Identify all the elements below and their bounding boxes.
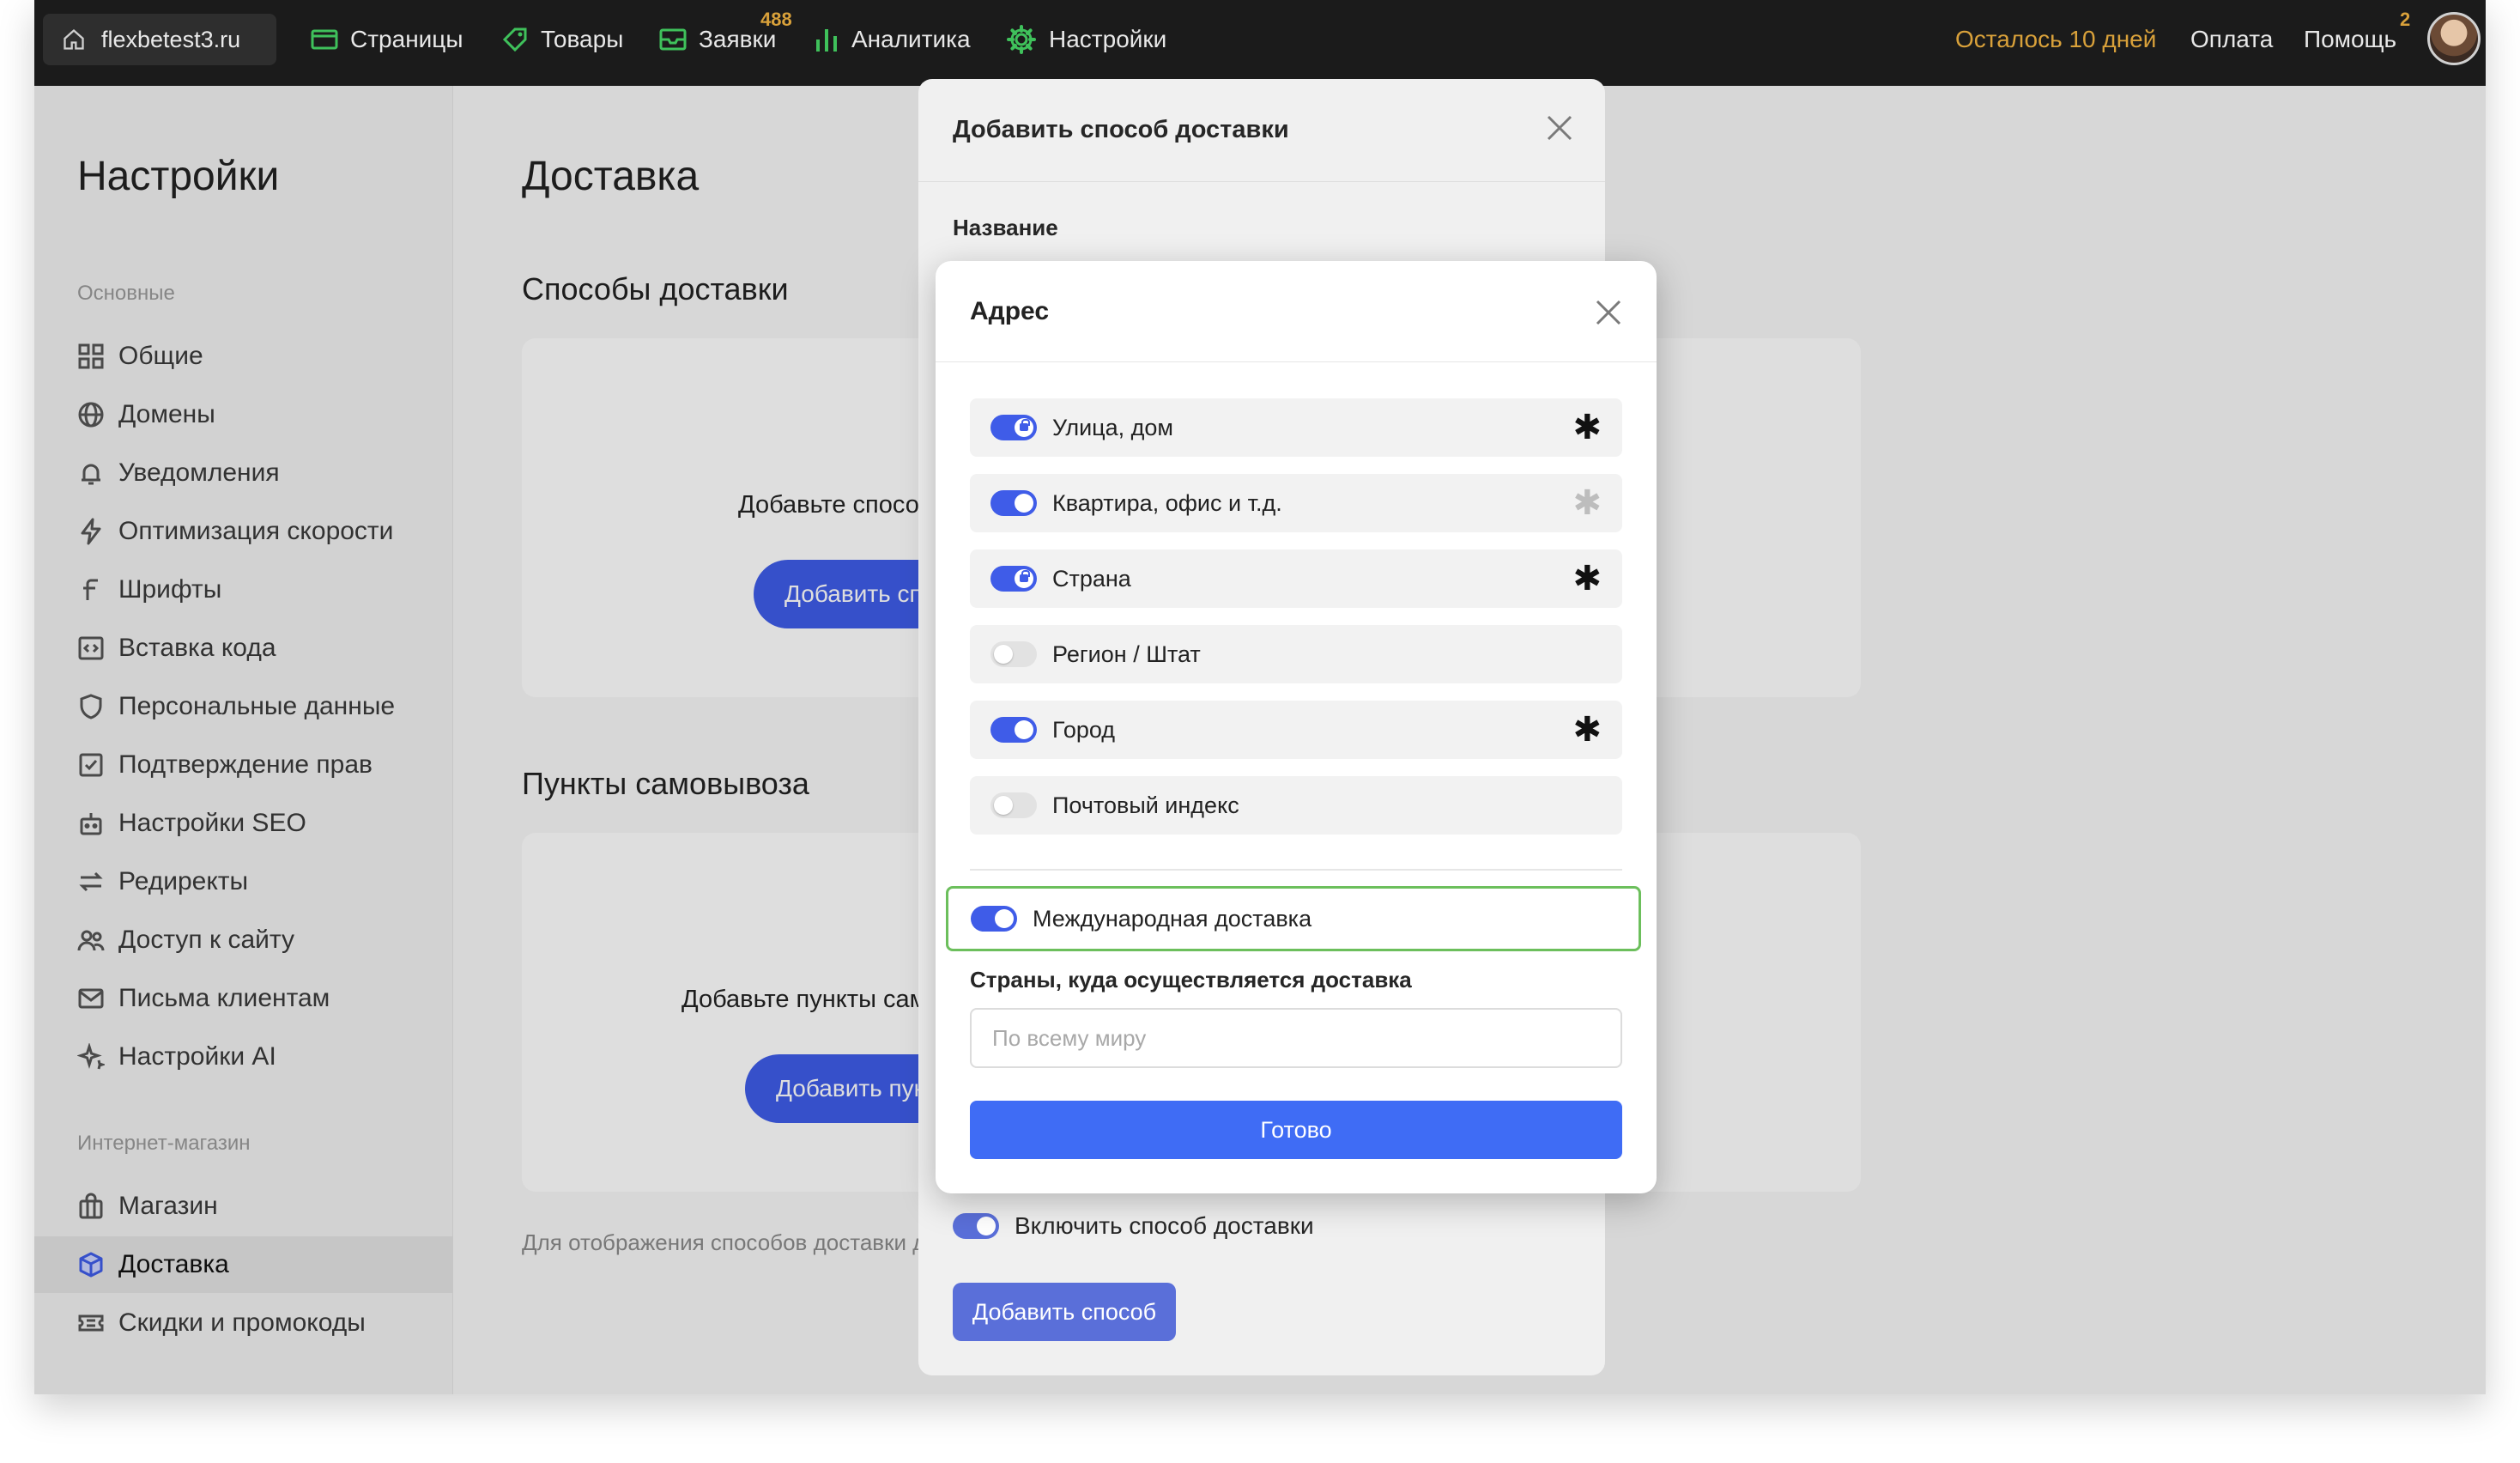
lock-icon bbox=[1020, 570, 1030, 582]
user-avatar[interactable] bbox=[2427, 12, 2481, 65]
address-field-row: Почтовый индекс bbox=[970, 776, 1622, 835]
nav-products-label: Товары bbox=[541, 26, 624, 52]
top-navigation: flexbetest3.ru Страницы Товары Заявки 48… bbox=[34, 0, 2486, 86]
close-icon[interactable] bbox=[1595, 299, 1622, 326]
help-badge: 2 bbox=[2400, 9, 2411, 30]
pages-icon bbox=[311, 29, 338, 50]
orders-count-badge: 488 bbox=[760, 9, 792, 30]
address-field-row: Регион / Штат bbox=[970, 625, 1622, 683]
required-asterisk-icon[interactable]: ✱ bbox=[1572, 486, 1602, 520]
name-label: Название bbox=[953, 215, 1058, 240]
field-toggle[interactable] bbox=[990, 641, 1037, 667]
nav-products[interactable]: Товары bbox=[501, 0, 623, 79]
field-label: Улица, дом bbox=[1052, 414, 1173, 440]
field-toggle-locked bbox=[990, 415, 1037, 440]
required-asterisk-icon[interactable]: ✱ bbox=[1572, 410, 1602, 445]
countries-label: Страны, куда осуществляется доставка bbox=[970, 967, 1412, 993]
enable-method-toggle[interactable] bbox=[953, 1213, 999, 1239]
add-delivery-modal-header: Добавить способ доставки bbox=[918, 79, 1605, 182]
inbox-icon bbox=[659, 28, 687, 51]
chart-icon bbox=[816, 29, 837, 52]
field-label: Страна bbox=[1052, 565, 1131, 592]
field-label: Квартира, офис и т.д. bbox=[1052, 489, 1282, 516]
done-button[interactable]: Готово bbox=[970, 1101, 1622, 1159]
site-name: flexbetest3.ru bbox=[101, 26, 241, 52]
international-delivery-row[interactable]: Международная доставка bbox=[946, 886, 1641, 951]
nav-orders[interactable]: Заявки bbox=[659, 0, 776, 79]
required-asterisk-icon[interactable]: ✱ bbox=[1572, 713, 1602, 747]
divider bbox=[970, 869, 1622, 871]
nav-pages[interactable]: Страницы bbox=[311, 0, 463, 79]
nav-settings-label: Настройки bbox=[1049, 26, 1167, 52]
nav-settings[interactable]: Настройки bbox=[1006, 0, 1166, 79]
international-delivery-toggle[interactable] bbox=[971, 906, 1017, 932]
lock-icon bbox=[1020, 419, 1030, 431]
field-label: Город bbox=[1052, 716, 1116, 743]
field-toggle-locked bbox=[990, 566, 1037, 592]
address-field-row: Квартира, офис и т.д. ✱ bbox=[970, 474, 1622, 532]
address-modal-title: Адрес bbox=[970, 296, 1050, 325]
field-toggle[interactable] bbox=[990, 490, 1037, 516]
address-field-row: Страна ✱ bbox=[970, 549, 1622, 608]
add-delivery-modal-title: Добавить способ доставки bbox=[953, 116, 1289, 143]
address-modal-header: Адрес bbox=[936, 261, 1657, 362]
add-method-submit-button[interactable]: Добавить способ bbox=[953, 1283, 1176, 1341]
field-label: Регион / Штат bbox=[1052, 640, 1201, 667]
nav-help[interactable]: Помощь bbox=[2304, 26, 2396, 53]
nav-analytics-label: Аналитика bbox=[851, 26, 971, 52]
close-icon[interactable] bbox=[1545, 113, 1574, 143]
done-label: Готово bbox=[1260, 1116, 1332, 1143]
nav-payment[interactable]: Оплата bbox=[2190, 26, 2273, 53]
international-delivery-label: Международная доставка bbox=[1033, 905, 1312, 932]
nav-pages-label: Страницы bbox=[350, 26, 463, 52]
gear-icon bbox=[1007, 25, 1036, 54]
site-switcher[interactable]: flexbetest3.ru bbox=[43, 14, 276, 65]
field-label: Почтовый индекс bbox=[1052, 792, 1239, 818]
address-modal: Адрес Улица, дом ✱ Квартира, офис и т.д.… bbox=[936, 261, 1657, 1193]
address-field-row: Город ✱ bbox=[970, 701, 1622, 759]
required-asterisk-icon[interactable]: ✱ bbox=[1572, 562, 1602, 596]
countries-input[interactable] bbox=[970, 1008, 1622, 1068]
address-field-row: Улица, дом ✱ bbox=[970, 398, 1622, 457]
nav-analytics[interactable]: Аналитика bbox=[814, 0, 971, 79]
enable-method-label: Включить способ доставки bbox=[1015, 1212, 1314, 1239]
field-toggle[interactable] bbox=[990, 792, 1037, 818]
trial-remaining[interactable]: Осталось 10 дней bbox=[1955, 26, 2156, 53]
tag-icon bbox=[502, 27, 527, 52]
enable-method-row[interactable]: Включить способ доставки bbox=[953, 1212, 1314, 1240]
submit-label: Добавить способ bbox=[972, 1298, 1157, 1325]
home-icon bbox=[64, 28, 84, 50]
app-window: flexbetest3.ru Страницы Товары Заявки 48… bbox=[34, 0, 2486, 1394]
field-toggle[interactable] bbox=[990, 717, 1037, 743]
